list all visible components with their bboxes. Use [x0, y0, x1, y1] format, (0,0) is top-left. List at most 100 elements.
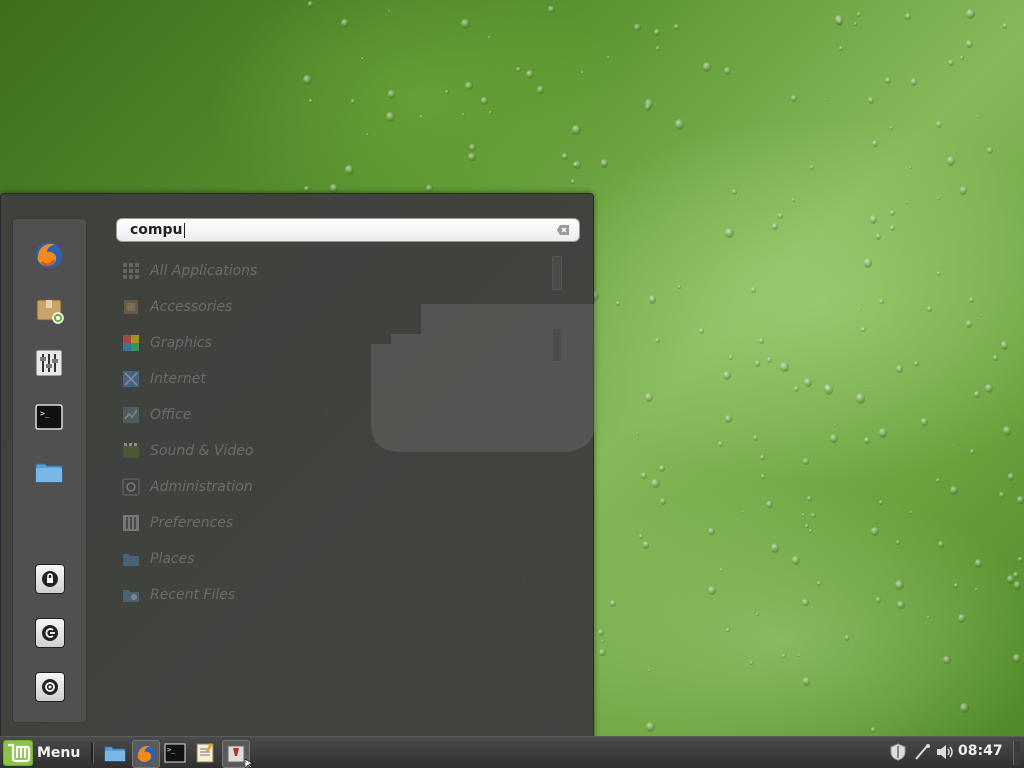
- raindrop: [651, 478, 660, 489]
- raindrop: [678, 285, 682, 289]
- raindrop: [387, 90, 396, 99]
- raindrop: [648, 668, 651, 672]
- category-graphics[interactable]: Graphics: [121, 331, 421, 355]
- taskbar: Menu >_ 08:47: [0, 736, 1024, 768]
- raindrop: [909, 511, 913, 515]
- raindrop: [905, 200, 909, 204]
- raindrop: [889, 224, 896, 232]
- raindrop: [936, 120, 943, 128]
- raindrop: [462, 112, 465, 116]
- raindrop: [950, 485, 959, 495]
- category-label: Sound & Video: [150, 443, 254, 459]
- category-label: Graphics: [150, 335, 212, 351]
- raindrop: [781, 653, 787, 659]
- places-icon: [121, 549, 141, 569]
- raindrop: [766, 357, 772, 364]
- software-manager-icon[interactable]: [33, 293, 65, 325]
- raindrop: [572, 125, 581, 135]
- menu-button-label: Menu: [37, 744, 81, 761]
- volume-icon[interactable]: [934, 741, 956, 763]
- raindrop: [780, 362, 789, 372]
- preferences-icon: [121, 513, 141, 533]
- mouse-cursor-icon: [245, 759, 255, 768]
- raindrop: [720, 568, 724, 572]
- raindrop: [1007, 473, 1015, 481]
- clock[interactable]: 08:47: [958, 743, 1003, 759]
- category-accessories[interactable]: Accessories: [121, 295, 421, 319]
- raindrop: [765, 500, 773, 509]
- raindrop: [465, 81, 474, 91]
- raindrop: [644, 104, 651, 111]
- search-input[interactable]: compu: [116, 218, 580, 242]
- raindrop: [863, 258, 873, 269]
- raindrop: [725, 415, 732, 423]
- files-folder-icon[interactable]: [33, 455, 65, 487]
- raindrop: [607, 56, 610, 60]
- raindrop: [648, 294, 657, 304]
- raindrop: [910, 78, 918, 86]
- files-folder-icon[interactable]: [102, 740, 128, 766]
- menu-button[interactable]: Menu: [3, 739, 83, 766]
- raindrop: [823, 98, 826, 102]
- raindrop: [807, 495, 813, 502]
- raindrop: [938, 541, 945, 549]
- raindrop: [959, 186, 968, 195]
- raindrop: [960, 703, 969, 714]
- logout-icon[interactable]: [35, 618, 65, 648]
- raindrop: [868, 97, 875, 104]
- terminal-icon[interactable]: >_: [33, 401, 65, 433]
- raindrop: [728, 355, 733, 360]
- recent-files-icon: [121, 585, 141, 605]
- raindrop: [875, 596, 881, 603]
- lock-screen-icon[interactable]: [35, 564, 65, 594]
- category-label: Places: [150, 551, 195, 567]
- category-all-applications[interactable]: All Applications: [121, 259, 421, 283]
- raindrop: [419, 114, 424, 119]
- firefox-icon[interactable]: [132, 740, 160, 768]
- raindrop: [675, 119, 685, 130]
- raindrop: [658, 464, 665, 472]
- text-editor-icon[interactable]: [192, 740, 218, 766]
- category-administration[interactable]: Administration: [121, 475, 421, 499]
- category-sound-video[interactable]: Sound & Video: [121, 439, 421, 463]
- raindrop: [760, 455, 765, 461]
- raindrop: [708, 527, 716, 536]
- raindrop: [876, 233, 882, 240]
- category-label: Recent Files: [150, 587, 236, 603]
- raindrop: [308, 1, 314, 8]
- raindrop: [580, 70, 584, 75]
- firefox-icon[interactable]: [33, 239, 65, 271]
- raindrop: [833, 424, 837, 427]
- update-shield-icon[interactable]: [887, 741, 909, 763]
- raindrop: [754, 360, 761, 367]
- scroll-handle[interactable]: [552, 256, 562, 290]
- system-settings-icon[interactable]: [33, 347, 65, 379]
- clear-search-icon[interactable]: [557, 225, 569, 235]
- category-label: Preferences: [150, 515, 234, 531]
- raindrop: [868, 389, 871, 393]
- category-office[interactable]: Office: [121, 403, 421, 427]
- network-icon[interactable]: [911, 741, 933, 763]
- shutdown-icon[interactable]: [35, 672, 65, 702]
- terminal-icon[interactable]: >_: [162, 740, 188, 766]
- raindrop: [426, 185, 433, 193]
- raindrop: [816, 580, 822, 587]
- raindrop: [999, 492, 1005, 499]
- category-internet[interactable]: Internet: [121, 367, 421, 391]
- raindrop: [839, 46, 844, 51]
- raindrop: [548, 5, 555, 13]
- category-places[interactable]: Places: [121, 547, 421, 571]
- category-preferences[interactable]: Preferences: [121, 511, 421, 535]
- category-recent-files[interactable]: Recent Files: [121, 583, 421, 607]
- raindrop: [895, 539, 901, 545]
- raindrop: [640, 472, 647, 479]
- show-desktop-button[interactable]: [1013, 741, 1020, 765]
- raindrop: [386, 111, 395, 123]
- raindrop: [909, 165, 913, 170]
- raindrop: [489, 110, 493, 114]
- scroll-handle[interactable]: [552, 328, 562, 362]
- raindrop: [758, 337, 764, 345]
- raindrop: [304, 185, 310, 193]
- raindrop: [869, 215, 877, 224]
- raindrop: [857, 12, 862, 17]
